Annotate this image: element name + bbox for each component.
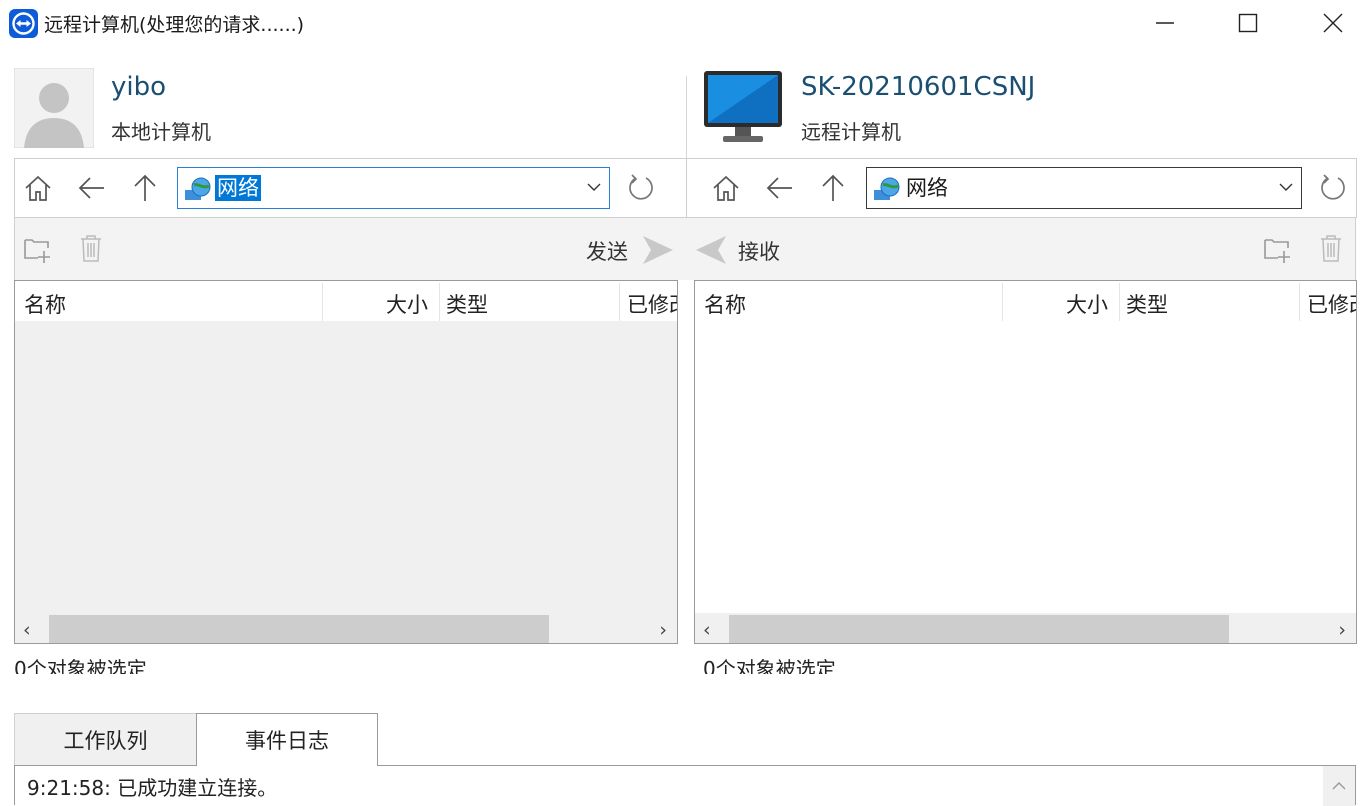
scroll-left-icon[interactable]: ‹ bbox=[703, 619, 711, 641]
teamviewer-logo-icon bbox=[9, 9, 38, 38]
column-size[interactable]: 大小 bbox=[1066, 289, 1108, 319]
column-separator bbox=[1299, 283, 1300, 321]
arrow-left-icon bbox=[78, 177, 104, 199]
column-modified[interactable]: 已修改 bbox=[1307, 289, 1356, 319]
remote-column-header: 名称 大小 类型 已修改 bbox=[695, 281, 1356, 321]
home-icon bbox=[713, 175, 739, 201]
network-globe-icon bbox=[185, 177, 211, 200]
refresh-icon bbox=[1321, 174, 1345, 200]
trash-icon bbox=[1321, 235, 1341, 262]
arrow-up-icon bbox=[134, 174, 156, 201]
local-column-header: 名称 大小 类型 已修改 bbox=[15, 281, 677, 321]
tab-event-log[interactable]: 事件日志 bbox=[196, 713, 378, 766]
column-name[interactable]: 名称 bbox=[704, 289, 746, 319]
remote-refresh-button[interactable] bbox=[1314, 170, 1350, 206]
column-type[interactable]: 类型 bbox=[446, 289, 488, 319]
local-file-list[interactable]: 名称 大小 类型 已修改 ‹ › bbox=[14, 280, 678, 644]
tab-work-queue[interactable]: 工作队列 bbox=[14, 713, 197, 766]
column-separator bbox=[1119, 283, 1120, 321]
column-separator bbox=[322, 283, 323, 321]
arrow-left-icon bbox=[766, 177, 792, 199]
remote-computer-avatar bbox=[703, 70, 783, 150]
receive-arrow-icon bbox=[696, 236, 726, 264]
receive-button[interactable] bbox=[693, 232, 729, 268]
transfer-toolbar bbox=[14, 218, 1356, 280]
receive-label: 接收 bbox=[738, 240, 780, 264]
chevron-down-icon bbox=[587, 183, 601, 191]
local-back-button[interactable] bbox=[74, 170, 110, 206]
send-button[interactable] bbox=[640, 232, 676, 268]
remote-horizontal-scrollbar[interactable]: ‹ › bbox=[695, 613, 1356, 643]
local-path-dropdown[interactable]: 网络 bbox=[177, 167, 610, 209]
close-icon bbox=[1323, 13, 1343, 33]
new-folder-icon bbox=[1264, 239, 1290, 263]
new-folder-icon bbox=[24, 239, 50, 263]
remote-path-dropdown[interactable]: 网络 bbox=[866, 167, 1302, 209]
local-user-name: yibo bbox=[111, 72, 167, 102]
column-separator bbox=[1002, 283, 1003, 321]
local-role-label: 本地计算机 bbox=[111, 120, 211, 144]
maximize-icon bbox=[1238, 13, 1258, 33]
log-scroll-up-button[interactable] bbox=[1323, 766, 1355, 806]
remote-delete-button[interactable] bbox=[1313, 230, 1349, 266]
local-new-folder-button[interactable] bbox=[20, 230, 56, 266]
column-separator bbox=[439, 283, 440, 321]
scroll-right-icon[interactable]: › bbox=[1338, 619, 1346, 641]
send-arrow-icon bbox=[643, 236, 673, 264]
refresh-icon bbox=[629, 174, 653, 200]
remote-file-list[interactable]: 名称 大小 类型 已修改 ‹ › bbox=[694, 280, 1357, 644]
local-selection-status: 0个对象被选定 bbox=[14, 657, 147, 674]
remote-path-text: 网络 bbox=[906, 176, 948, 200]
column-name[interactable]: 名称 bbox=[24, 289, 66, 319]
local-file-area[interactable] bbox=[15, 321, 677, 613]
close-button[interactable] bbox=[1290, 0, 1369, 46]
remote-selection-status: 0个对象被选定 bbox=[703, 657, 836, 674]
trash-icon bbox=[81, 235, 101, 262]
event-log-panel: 9:21:58: 已成功建立连接。 bbox=[14, 765, 1356, 806]
scrollbar-thumb[interactable] bbox=[729, 615, 1229, 643]
user-silhouette-icon bbox=[14, 68, 94, 148]
scroll-right-icon[interactable]: › bbox=[659, 619, 667, 641]
avatar bbox=[14, 68, 94, 148]
column-separator bbox=[619, 283, 620, 321]
send-label: 发送 bbox=[586, 240, 628, 264]
home-icon bbox=[25, 175, 51, 201]
local-refresh-button[interactable] bbox=[622, 170, 658, 206]
maximize-button[interactable] bbox=[1205, 0, 1291, 46]
remote-up-button[interactable] bbox=[815, 170, 851, 206]
local-horizontal-scrollbar[interactable]: ‹ › bbox=[15, 613, 677, 643]
scroll-left-icon[interactable]: ‹ bbox=[23, 619, 31, 641]
remote-back-button[interactable] bbox=[762, 170, 798, 206]
local-path-text: 网络 bbox=[215, 175, 261, 201]
column-modified[interactable]: 已修改 bbox=[627, 289, 677, 319]
chevron-down-icon bbox=[1279, 183, 1293, 191]
window-title: 远程计算机(处理您的请求......) bbox=[44, 14, 305, 36]
chevron-up-icon bbox=[1332, 782, 1346, 790]
minimize-icon bbox=[1156, 22, 1174, 24]
remote-file-area[interactable] bbox=[695, 321, 1356, 613]
remote-new-folder-button[interactable] bbox=[1260, 230, 1296, 266]
remote-home-button[interactable] bbox=[708, 170, 744, 206]
network-globe-icon bbox=[874, 177, 900, 200]
column-size[interactable]: 大小 bbox=[386, 289, 428, 319]
scrollbar-thumb[interactable] bbox=[49, 615, 549, 643]
arrow-up-icon bbox=[822, 174, 844, 201]
local-up-button[interactable] bbox=[127, 170, 163, 206]
title-bar: 远程计算机(处理您的请求......) bbox=[0, 0, 1369, 46]
remote-role-label: 远程计算机 bbox=[801, 120, 901, 144]
monitor-icon bbox=[704, 71, 782, 142]
local-home-button[interactable] bbox=[20, 170, 56, 206]
local-delete-button[interactable] bbox=[73, 230, 109, 266]
remote-computer-name: SK-20210601CSNJ bbox=[801, 72, 1036, 102]
column-type[interactable]: 类型 bbox=[1126, 289, 1168, 319]
log-entry: 9:21:58: 已成功建立连接。 bbox=[27, 776, 278, 800]
minimize-button[interactable] bbox=[1122, 0, 1208, 46]
